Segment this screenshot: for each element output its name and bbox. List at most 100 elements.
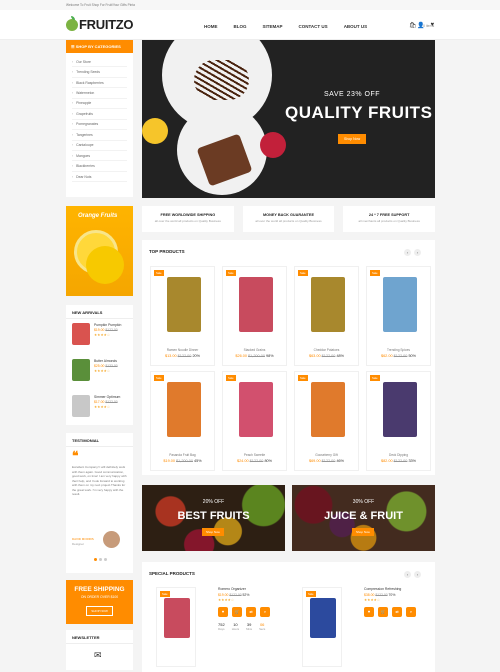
next-arrow-icon[interactable]: › — [414, 571, 421, 578]
hero-slider[interactable]: SAVE 23% OFF QUALITY FRUITS Shop Now — [142, 40, 435, 198]
top-products-title: TOP PRODUCTS — [149, 249, 185, 254]
hero-shop-button[interactable]: Shop Now — [338, 134, 367, 144]
rating-stars: ★★★★☆ — [94, 333, 111, 337]
category-item[interactable]: Grapefruits — [72, 109, 127, 120]
product-name[interactable]: Gooseberry Gift — [295, 453, 358, 457]
category-item[interactable]: Tangerines — [72, 130, 127, 141]
nav-blog[interactable]: BLOG — [226, 24, 255, 29]
site-logo[interactable]: FRUITZO — [66, 15, 134, 32]
compare-icon[interactable]: ⇄ — [392, 606, 402, 617]
banner-best-fruits[interactable]: 20% OFF BEST FRUITS Shop Now — [142, 485, 285, 551]
user-icon[interactable]: 👤 — [417, 22, 424, 29]
product-name[interactable]: Cheddar Potatoes — [295, 348, 358, 352]
special-product-card[interactable]: Sale Romero Organizer $19.00 $122.00 52%… — [146, 584, 272, 669]
cart-icon[interactable]: 🛍 — [409, 22, 417, 29]
product-name[interactable]: Trending Spices — [367, 348, 430, 352]
leaf-logo-icon — [66, 15, 78, 31]
category-item[interactable]: Black Raspberries — [72, 78, 127, 89]
rating-stars: ★★★★☆ — [364, 598, 381, 602]
product-price: $24.00 $122.00 80% — [236, 459, 273, 463]
category-item[interactable]: Pomegranates — [72, 120, 127, 131]
product-image[interactable] — [167, 382, 201, 437]
product-name[interactable]: Pasanda Fruit Bag — [151, 453, 214, 457]
product-image[interactable]: Sale — [302, 587, 342, 667]
header-icons: 👤 ♥ — [417, 22, 434, 29]
product-image[interactable] — [311, 382, 345, 437]
category-item[interactable]: Dear Nuts — [72, 172, 127, 183]
category-item[interactable]: Blackberries — [72, 161, 127, 172]
product-card[interactable]: Sale Trending Spices $62.00 $122.00 50% — [366, 266, 431, 366]
product-card[interactable]: Sale Gooseberry Gift $69.00 $122.00 46% — [294, 371, 359, 471]
product-name[interactable]: Deck Dipping — [367, 453, 430, 457]
category-item[interactable]: Watermelon — [72, 88, 127, 99]
wishlist-icon[interactable]: ♥ — [218, 606, 228, 617]
free-shipping-promo[interactable]: FREE SHIPPING ON ORDER OVER $100 SHOP NO… — [66, 580, 133, 624]
nav-contact[interactable]: CONTACT US — [291, 24, 336, 29]
banner-discount: 20% OFF — [202, 499, 225, 505]
cart-add-icon[interactable]: 🛒 — [232, 606, 242, 617]
product-price: $82.00 $122.00 33% — [380, 459, 417, 463]
new-arrival-item[interactable]: Butter Almonds $25.00 $133.00 ★★★★☆ — [66, 355, 133, 391]
next-arrow-icon[interactable]: › — [414, 249, 421, 256]
product-image[interactable] — [72, 395, 90, 417]
testimonial-box: TESTIMONIAL ❝ Excellent Company! I will … — [66, 433, 133, 573]
product-card[interactable]: Sale Pasanda Fruit Bag $19.00 $1,200.00 45… — [150, 371, 215, 471]
category-item[interactable]: Cantaloupe — [72, 141, 127, 151]
free-shipping-title: FREE SHIPPING — [74, 586, 125, 593]
category-item[interactable]: Mangoes — [72, 151, 127, 162]
new-arrivals: NEW ARRIVALS Pumpkin Pumpkin $19.00 $122.… — [66, 305, 133, 425]
product-name[interactable]: Stacked Grains — [223, 348, 286, 352]
orange-fruits-promo[interactable]: Orange Fruits — [66, 206, 133, 296]
product-image[interactable] — [311, 277, 345, 332]
rating-stars: ★★★★☆ — [94, 405, 111, 409]
quickview-icon[interactable]: ⌕ — [260, 606, 270, 617]
product-card[interactable]: Sale Ramen Noodle Dinner $13.00 $122.00 20… — [150, 266, 215, 366]
category-menu: ☰ SHOP BY CATEGORIES Our StoreTrending S… — [66, 40, 133, 197]
category-item[interactable]: Pineapple — [72, 99, 127, 110]
product-card[interactable]: Sale Deck Dipping $82.00 $122.00 33% — [366, 371, 431, 471]
category-item[interactable]: Trending Seeds — [72, 67, 127, 78]
product-image[interactable] — [72, 359, 90, 381]
prev-arrow-icon[interactable]: ‹ — [404, 571, 411, 578]
wishlist-icon[interactable]: ♥ — [364, 606, 374, 617]
nav-home[interactable]: HOME — [196, 24, 226, 29]
promo-title: Orange Fruits — [78, 213, 118, 219]
cart-add-icon[interactable]: 🛒 — [378, 606, 388, 617]
product-image[interactable] — [383, 277, 417, 332]
product-image[interactable] — [72, 323, 90, 345]
product-image[interactable]: Sale — [156, 587, 196, 667]
newsletter-box: NEWSLETTER ✉ — [66, 630, 133, 670]
special-products: SPECIAL PRODUCTS ‹ › Sale Romero Organize… — [142, 562, 435, 672]
product-price: $19.00 $1,200.00 45% — [163, 459, 202, 463]
testimonial-author: DAVID MORRIS — [72, 537, 94, 541]
prev-arrow-icon[interactable]: ‹ — [404, 249, 411, 256]
special-product-card[interactable]: Sale Compression Refreshing $38.00 $122.… — [292, 584, 418, 669]
testimonial-dots[interactable] — [94, 558, 107, 561]
product-card[interactable]: Sale Stacked Grains $26.00 $1,200.00 98% — [222, 266, 287, 366]
header: FRUITZO HOME BLOG SITEMAP CONTACT US ABO… — [0, 10, 500, 40]
product-image[interactable] — [383, 382, 417, 437]
product-image[interactable] — [239, 277, 273, 332]
category-item[interactable]: Our Store — [72, 57, 127, 68]
compare-icon[interactable]: ⇄ — [246, 606, 256, 617]
quickview-icon[interactable]: ⌕ — [406, 606, 416, 617]
banner-juice-fruit[interactable]: 30% OFF JUICE & FRUIT Shop Now — [292, 485, 435, 551]
new-arrival-item[interactable]: Pumpkin Pumpkin $19.00 $122.00 ★★★★☆ — [66, 319, 133, 355]
product-image[interactable] — [167, 277, 201, 332]
product-image[interactable] — [239, 382, 273, 437]
heart-icon[interactable]: ♥ — [430, 22, 434, 29]
product-name[interactable]: Ramen Noodle Dinner — [151, 348, 214, 352]
product-card[interactable]: Sale Cheddar Potatoes $63.00 $122.00 48% — [294, 266, 359, 366]
product-name[interactable]: Peach Sweetie — [223, 453, 286, 457]
nav-about[interactable]: ABOUT US — [336, 24, 376, 29]
product-card[interactable]: Sale Peach Sweetie $24.00 $122.00 80% — [222, 371, 287, 471]
free-shipping-button[interactable]: SHOP NOW — [86, 606, 113, 616]
banner-discount: 30% OFF — [352, 499, 375, 505]
nav-sitemap[interactable]: SITEMAP — [255, 24, 291, 29]
testimonial-text: Excellent Company! I will definitely wor… — [72, 465, 127, 496]
banner-shop-button[interactable]: Shop Now — [202, 528, 224, 536]
new-arrival-item[interactable]: Simmer Optimum $17.00 $122.00 ★★★★☆ — [66, 391, 133, 427]
main-nav: HOME BLOG SITEMAP CONTACT US ABOUT US — [196, 24, 375, 29]
category-header[interactable]: ☰ SHOP BY CATEGORIES — [66, 40, 133, 53]
banner-shop-button[interactable]: Shop Now — [352, 528, 374, 536]
